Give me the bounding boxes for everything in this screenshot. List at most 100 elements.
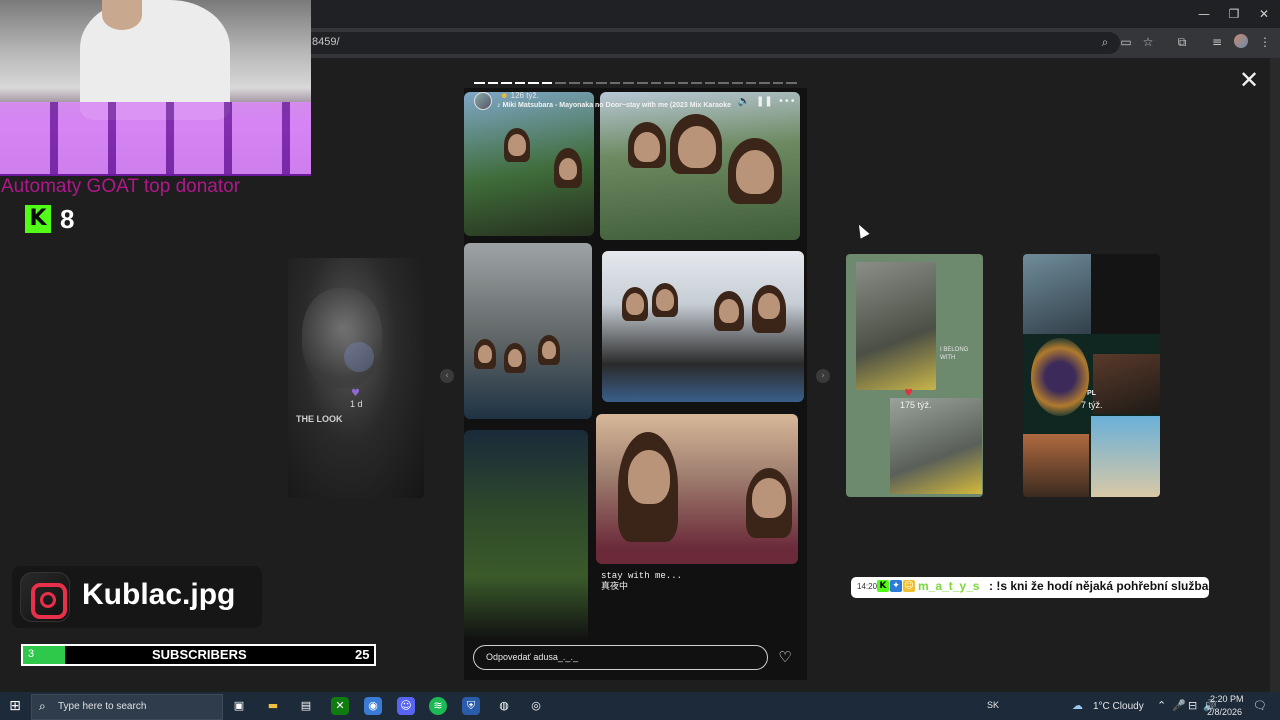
- search-icon: ⌕: [39, 699, 46, 713]
- story-progress-segment: [569, 82, 580, 84]
- story-right2-age: 7 týž.: [1081, 400, 1103, 410]
- story-progress-segment: [772, 82, 784, 84]
- bookmark-star-icon[interactable]: ☆: [1140, 34, 1156, 50]
- story-caption: stay with me... 真夜中: [601, 571, 682, 593]
- story-preview-right-2[interactable]: PL 7 týž.: [1023, 254, 1160, 497]
- story-progress-segment: [691, 82, 702, 84]
- subscriber-goal: 25: [355, 647, 370, 662]
- language-indicator[interactable]: SK: [987, 700, 999, 710]
- story-progress-segment: [677, 82, 689, 84]
- story-progress-segment: [474, 82, 485, 84]
- story-photo-3: [464, 243, 592, 419]
- story-right2-painting-frame: [1091, 254, 1160, 334]
- story-right1-text: I BELONG WITH: [940, 347, 969, 361]
- story-left-caption: THE LOOK: [296, 414, 343, 424]
- file-explorer-icon[interactable]: ▬: [264, 697, 282, 715]
- store-icon[interactable]: ▤: [297, 697, 315, 715]
- like-heart-icon[interactable]: ♡: [776, 647, 794, 667]
- close-story-icon[interactable]: ✕: [1236, 67, 1262, 93]
- clock-time[interactable]: 2:20 PM: [1210, 694, 1244, 704]
- chat-text: : !s kni že hodí nějaká pohřební služba: [989, 579, 1209, 593]
- instagram-icon: [20, 572, 70, 622]
- weather-text[interactable]: 1°C Cloudy: [1093, 701, 1144, 712]
- kick-follower-count: 8: [60, 204, 75, 234]
- shield-icon[interactable]: ⛨: [462, 697, 480, 715]
- story-progress-segment: [609, 82, 621, 84]
- chrome-icon[interactable]: ◉: [364, 697, 382, 715]
- reply-placeholder: Odpovedať adusa_._._: [486, 652, 578, 662]
- story-progress-segment: [786, 82, 797, 84]
- cast-icon[interactable]: ▭: [1118, 34, 1134, 50]
- prev-story-button[interactable]: ‹: [440, 369, 454, 383]
- subscriber-current: 3: [28, 648, 35, 660]
- network-icon[interactable]: ⊟: [1188, 699, 1197, 712]
- xbox-icon[interactable]: ✕: [331, 697, 349, 715]
- page-scrollbar[interactable]: [1270, 58, 1280, 692]
- story-left-sticker: [344, 342, 374, 372]
- story-left-age: 1 d: [350, 399, 363, 409]
- minimize-button[interactable]: —: [1190, 4, 1218, 24]
- profile-avatar[interactable]: [1234, 34, 1248, 48]
- story-photo-1: [464, 92, 594, 236]
- story-progress-segment: [528, 82, 539, 84]
- story-right2-landscape: [1093, 354, 1160, 414]
- story-meta: ☻ 126 týž.: [500, 91, 539, 100]
- close-window-button[interactable]: ✕: [1250, 4, 1278, 24]
- next-story-button[interactable]: ›: [816, 369, 830, 383]
- story-progress-segment: [501, 82, 512, 84]
- story-preview-left[interactable]: ♥ 1 d THE LOOK: [288, 258, 424, 498]
- story-progress-segment: [704, 82, 716, 84]
- story-song-title: Miki Matsubara - Mayonaka no Door~stay w…: [502, 102, 731, 109]
- obs-icon[interactable]: ◍: [495, 697, 513, 715]
- address-bar[interactable]: [300, 32, 1120, 54]
- story-progress-segment: [650, 82, 662, 84]
- kick-badge-icon: K: [877, 580, 889, 592]
- notifications-icon[interactable]: 🗨: [1253, 699, 1267, 712]
- windows-start-icon[interactable]: ⊞: [6, 697, 24, 715]
- story-right1-age: 175 týž.: [900, 400, 932, 410]
- extensions-icon[interactable]: ⧉: [1174, 34, 1190, 50]
- story-progress-bar: [474, 82, 797, 84]
- story-progress-segment: [596, 82, 607, 84]
- mute-icon[interactable]: 🔈: [737, 95, 751, 109]
- story-right2-label: PL: [1087, 390, 1096, 397]
- task-view-icon[interactable]: ▣: [230, 697, 248, 715]
- app-icon[interactable]: ◎: [527, 697, 545, 715]
- webcam-overlay: [0, 0, 311, 176]
- more-options-icon[interactable]: •••: [778, 95, 796, 109]
- clock-date[interactable]: 2/8/2026: [1207, 707, 1242, 717]
- microphone-icon[interactable]: 🎤: [1172, 699, 1186, 712]
- zoom-icon[interactable]: ⌕: [1097, 34, 1113, 50]
- story-photo-4: [602, 251, 804, 402]
- story-caption-line-1: stay with me...: [601, 571, 683, 581]
- music-icon: ♪: [497, 102, 501, 109]
- discord-icon[interactable]: ☺: [397, 697, 415, 715]
- story-progress-segment: [664, 82, 675, 84]
- chat-time: 14:20: [857, 582, 878, 591]
- story-right2-painting: [1023, 434, 1089, 497]
- story-progress-segment: [759, 82, 770, 84]
- story-song[interactable]: ♪ Miki Matsubara - Mayonaka no Door~stay…: [497, 102, 731, 109]
- subscriber-label: SUBSCRIBERS: [152, 647, 247, 662]
- chat-username: m_a_t_y_s: [918, 579, 980, 593]
- heart-icon: ♥: [904, 388, 913, 399]
- sub-badge-icon: ✦: [890, 580, 902, 592]
- pause-icon[interactable]: ❚❚: [756, 95, 773, 109]
- story-left-image: [302, 288, 382, 388]
- story-preview-right-1[interactable]: I BELONG WITH ♥ 175 týž.: [846, 254, 983, 497]
- story-photo-2: [600, 92, 800, 240]
- story-photo-5: [464, 430, 588, 640]
- tab-search-icon[interactable]: ≡: [1209, 34, 1225, 50]
- story-right2-photo: [1023, 254, 1091, 334]
- restore-button[interactable]: ❐: [1220, 4, 1248, 24]
- tray-chevron-icon[interactable]: ⌃: [1157, 699, 1166, 712]
- kick-logo-icon: K: [25, 205, 51, 233]
- menu-kebab-icon[interactable]: ⋮: [1257, 34, 1273, 50]
- story-progress-segment: [514, 82, 526, 84]
- story-progress-segment: [718, 82, 729, 84]
- story-caption-line-2: 真夜中: [601, 582, 629, 592]
- story-progress-segment: [731, 82, 743, 84]
- story-progress-segment: [636, 82, 648, 84]
- spotify-icon[interactable]: ≋: [429, 697, 447, 715]
- story-author-avatar[interactable]: [474, 92, 492, 110]
